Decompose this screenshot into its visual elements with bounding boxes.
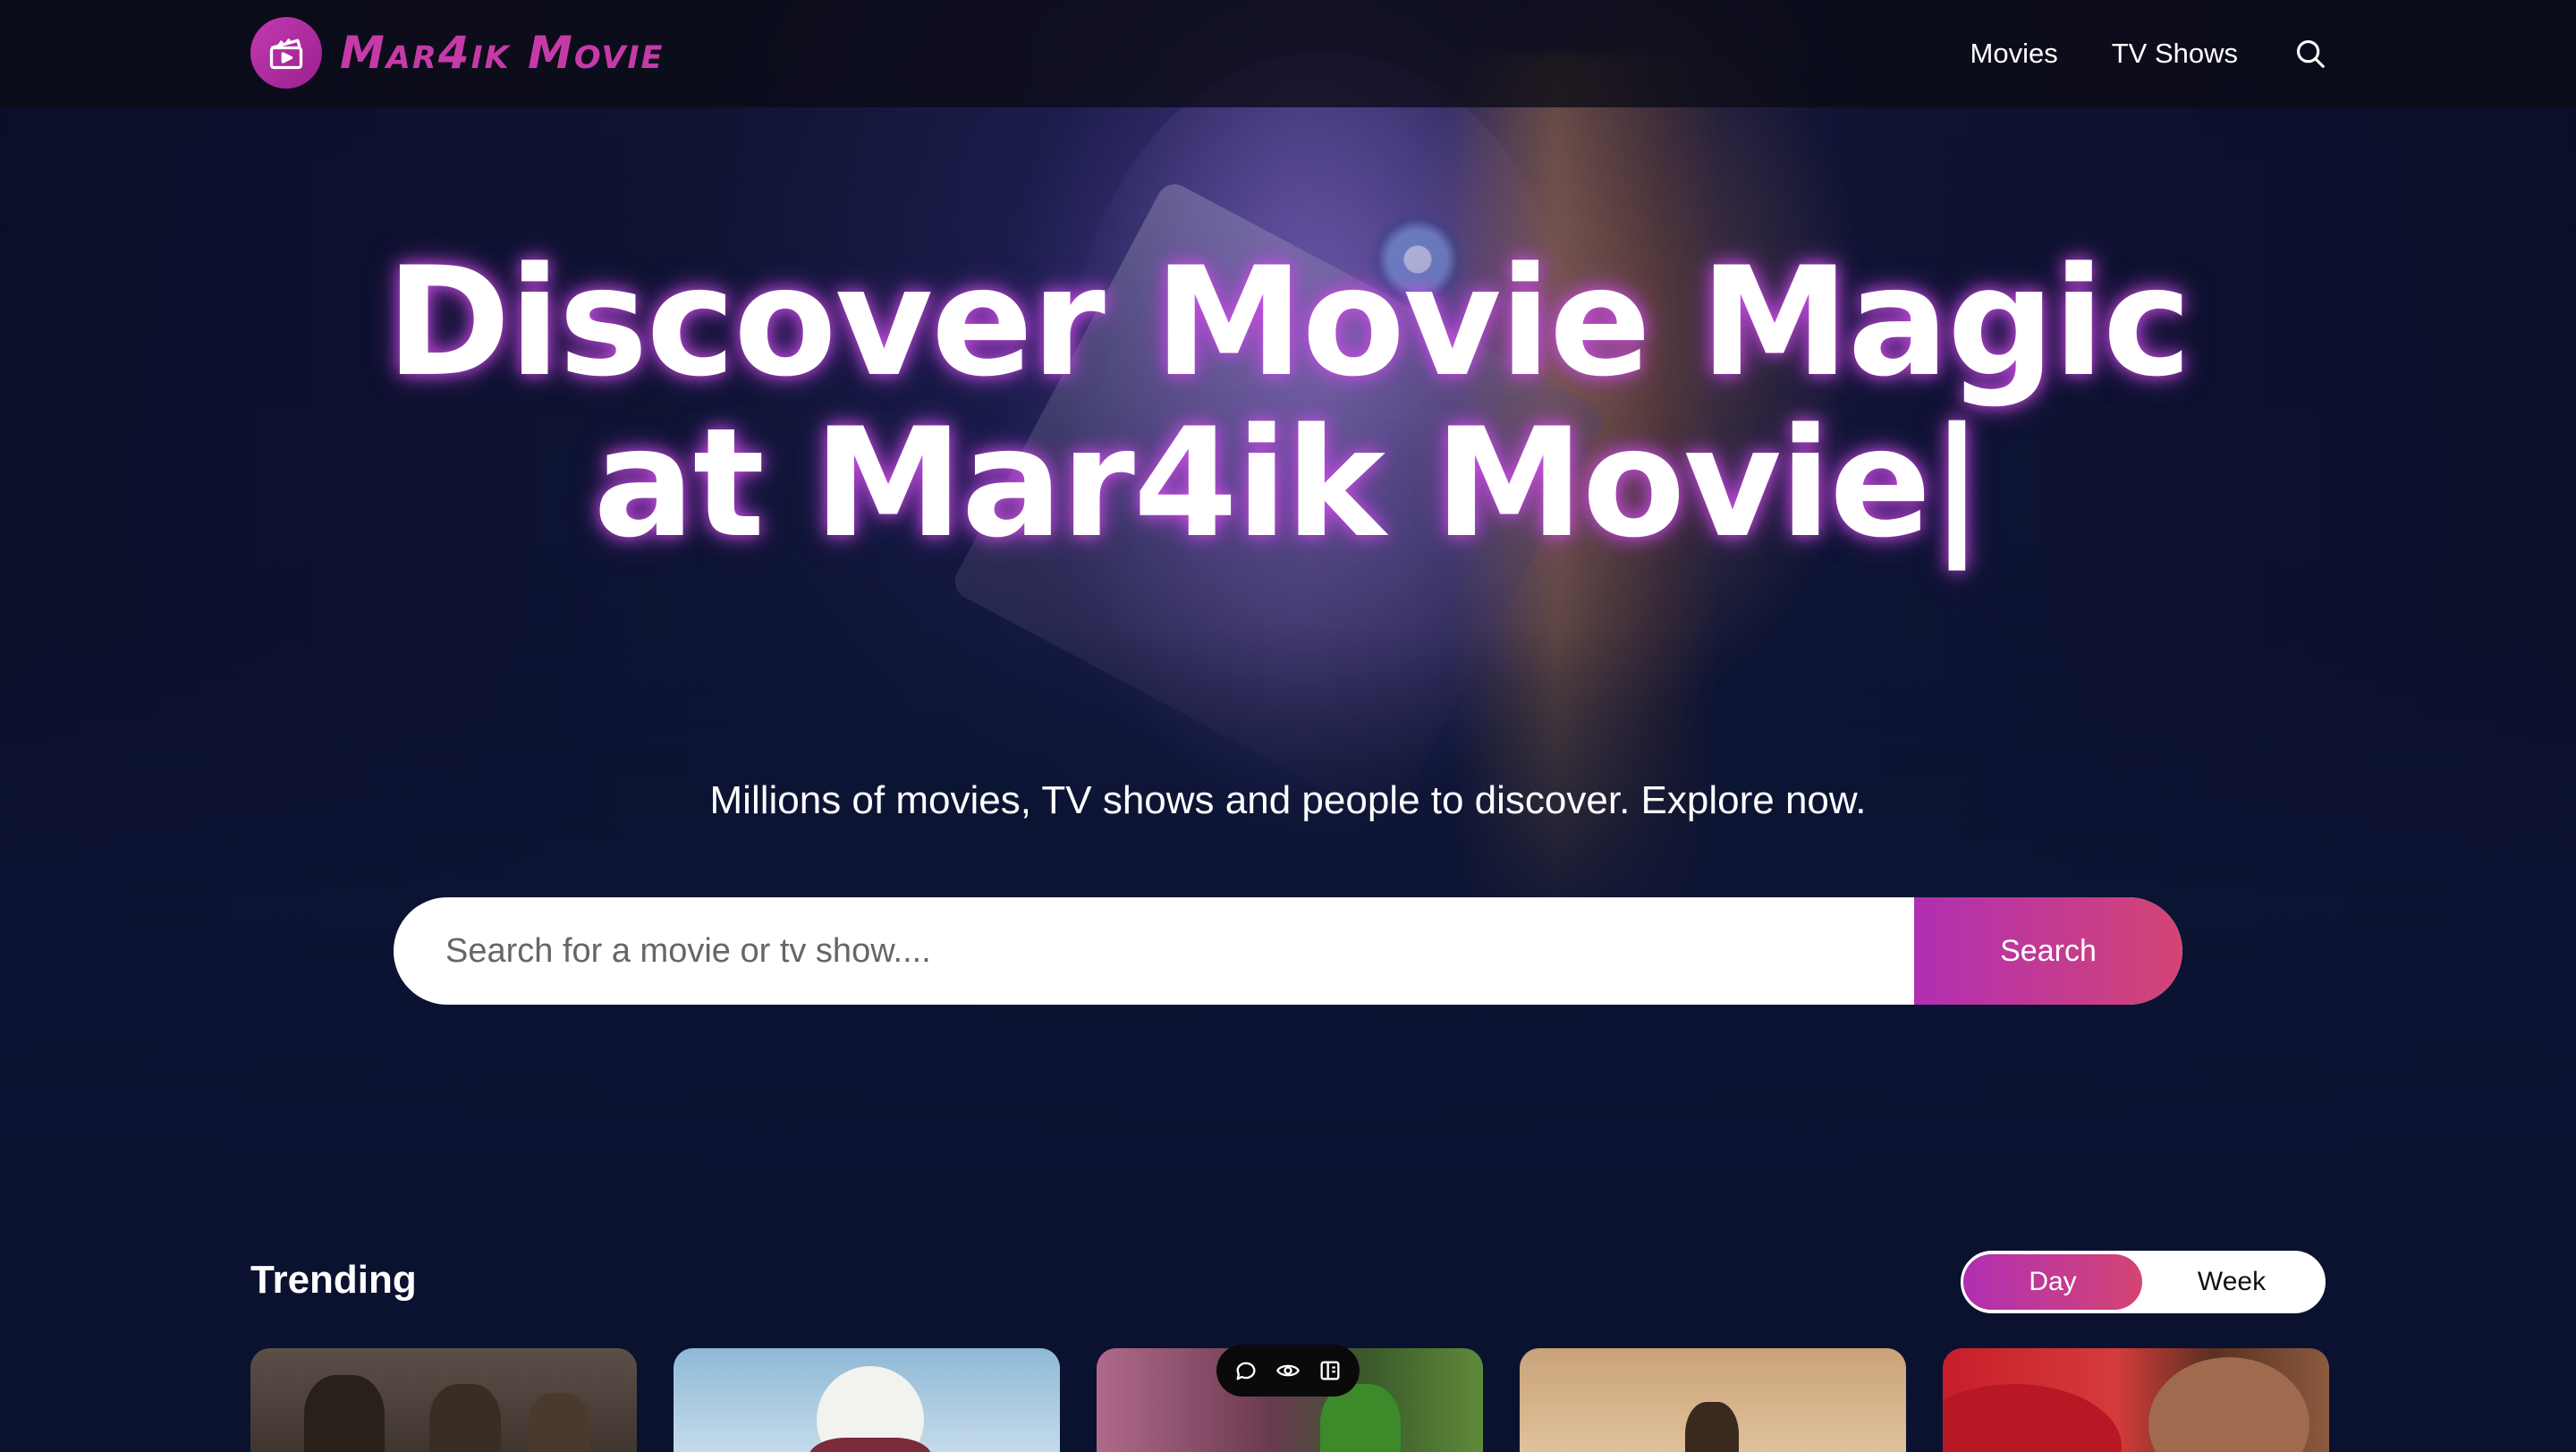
nav-tv-shows[interactable]: TV Shows: [2112, 38, 2238, 70]
poster-image: [1685, 1402, 1739, 1452]
movie-card[interactable]: [250, 1348, 637, 1452]
search-icon[interactable]: [2293, 37, 2327, 71]
tab-day[interactable]: Day: [1963, 1254, 2142, 1310]
search-button[interactable]: Search: [1914, 897, 2182, 1005]
section-title-trending: Trending: [250, 1258, 417, 1302]
poster-image-2: [808, 1438, 933, 1452]
eye-icon[interactable]: [1275, 1358, 1301, 1383]
hero-title-line2: at Mar4ik Movie|: [593, 395, 1984, 571]
poster-image: [1943, 1384, 2122, 1452]
poster-image-2: [2148, 1357, 2309, 1452]
nav-movies[interactable]: Movies: [1970, 38, 2058, 70]
movie-card[interactable]: [1943, 1348, 2329, 1452]
movie-card[interactable]: [1520, 1348, 1906, 1452]
tab-week[interactable]: Week: [2142, 1254, 2321, 1310]
comment-icon[interactable]: [1233, 1358, 1258, 1383]
main-nav: Movies TV Shows: [1970, 0, 2576, 107]
poster-image-3: [528, 1393, 590, 1452]
search-bar: Search: [394, 897, 2182, 1005]
poster-image: [304, 1375, 385, 1452]
hero-subtitle: Millions of movies, TV shows and people …: [709, 778, 1867, 822]
hero-title-line1: Discover Movie Magic: [386, 234, 2192, 410]
top-navbar: Mar4ik Movie Movies TV Shows: [0, 0, 2576, 107]
logo[interactable]: Mar4ik Movie: [250, 17, 664, 89]
logo-text: Mar4ik Movie: [340, 27, 665, 79]
movie-card[interactable]: [674, 1348, 1060, 1452]
search-input[interactable]: [394, 897, 1914, 1005]
clapperboard-icon: [250, 17, 322, 89]
trending-time-toggle: Day Week: [1961, 1251, 2326, 1313]
panel-icon[interactable]: [1318, 1358, 1343, 1383]
hero-title: Discover Movie Magic at Mar4ik Movie|: [0, 242, 2576, 564]
poster-image-2: [429, 1384, 501, 1452]
floating-toolbar: [1216, 1345, 1360, 1397]
